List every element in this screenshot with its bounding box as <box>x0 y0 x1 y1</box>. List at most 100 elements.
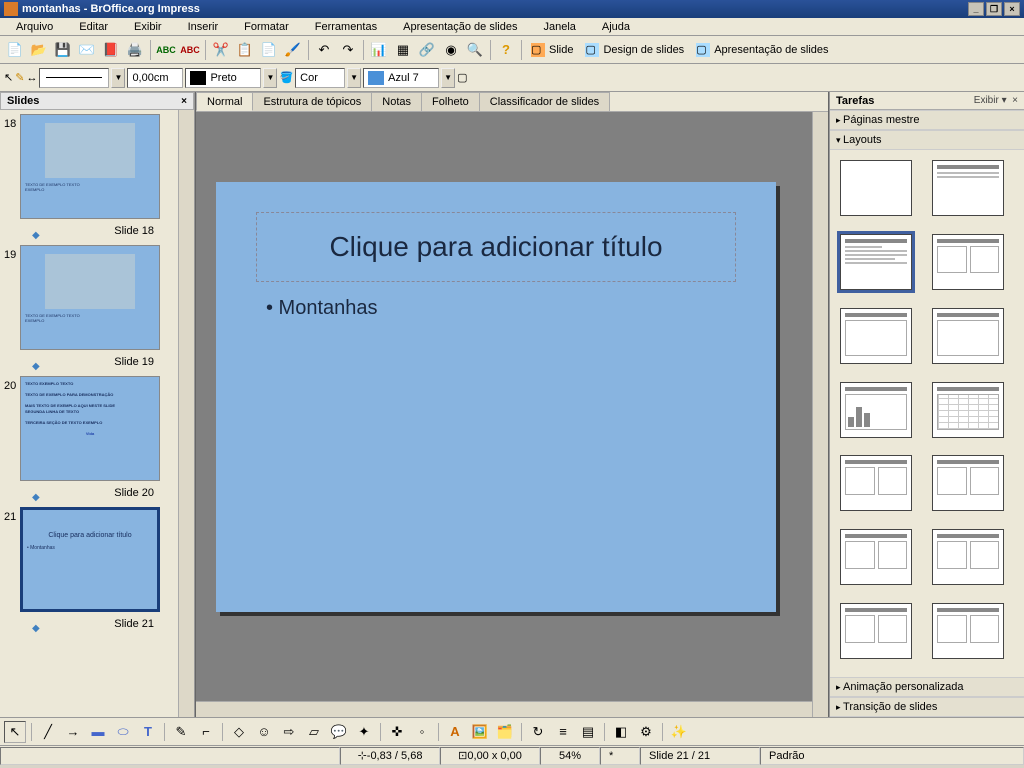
basic-shapes-icon[interactable]: ◇ <box>228 721 250 743</box>
minimize-button[interactable]: _ <box>968 2 984 16</box>
open-icon[interactable]: 📂 <box>28 39 50 61</box>
save-icon[interactable]: 💾 <box>52 39 74 61</box>
menu-ferramentas[interactable]: Ferramentas <box>303 19 389 35</box>
layout-option-0[interactable] <box>840 160 912 216</box>
cut-icon[interactable]: ✂️ <box>210 39 232 61</box>
rect-tool-icon[interactable]: ▬ <box>87 721 109 743</box>
section-master-pages[interactable]: Páginas mestre <box>830 110 1024 130</box>
redo-icon[interactable]: ↷ <box>337 39 359 61</box>
autospell-icon[interactable]: ABC <box>179 39 201 61</box>
slide-thumb-19[interactable]: TEXTO DE EXEMPLO TEXTOEXEMPLO <box>20 245 160 350</box>
hyperlink-icon[interactable]: 🔗 <box>416 39 438 61</box>
layout-option-3[interactable] <box>932 234 1004 290</box>
layout-option-2[interactable] <box>840 234 912 290</box>
flowchart-icon[interactable]: ▱ <box>303 721 325 743</box>
menu-inserir[interactable]: Inserir <box>176 19 231 35</box>
layout-option-1[interactable] <box>932 160 1004 216</box>
align-icon[interactable]: ≡ <box>552 721 574 743</box>
text-tool-icon[interactable]: T <box>137 721 159 743</box>
dropdown-icon[interactable]: ▼ <box>263 68 277 88</box>
fill-bucket-icon[interactable]: 🪣 <box>279 71 293 84</box>
line-pattern-select[interactable] <box>39 68 109 88</box>
help-icon[interactable]: ? <box>495 39 517 61</box>
arrow-icon[interactable]: ↖ <box>4 71 13 84</box>
slide-button[interactable]: ▢Slide <box>526 39 578 61</box>
slides-scrollbar[interactable] <box>178 110 194 717</box>
menu-formatar[interactable]: Formatar <box>232 19 301 35</box>
rotate-icon[interactable]: ↻ <box>527 721 549 743</box>
canvas-vscroll[interactable] <box>812 112 828 717</box>
brush-icon[interactable]: 🖌️ <box>282 39 304 61</box>
extrusion-icon[interactable]: ◧ <box>610 721 632 743</box>
status-zoom[interactable]: 54% <box>540 747 600 765</box>
layout-option-9[interactable] <box>932 455 1004 511</box>
maximize-button[interactable]: ❐ <box>986 2 1002 16</box>
layout-option-8[interactable] <box>840 455 912 511</box>
section-layouts[interactable]: Layouts <box>830 130 1024 150</box>
pdf-icon[interactable]: 📕 <box>100 39 122 61</box>
dropdown-icon[interactable]: ▼ <box>441 68 455 88</box>
glue-icon[interactable]: ◦ <box>411 721 433 743</box>
dropdown-icon[interactable]: ▼ <box>111 68 125 88</box>
menu-apresentacao[interactable]: Apresentação de slides <box>391 19 529 35</box>
tab-notas[interactable]: Notas <box>371 92 422 111</box>
layout-option-10[interactable] <box>840 529 912 585</box>
close-button[interactable]: × <box>1004 2 1020 16</box>
close-panel-icon[interactable]: × <box>181 96 187 107</box>
stars-icon[interactable]: ✦ <box>353 721 375 743</box>
menu-exibir[interactable]: Exibir <box>122 19 174 35</box>
line-tool-icon[interactable]: ╱ <box>37 721 59 743</box>
canvas-hscroll[interactable] <box>196 701 812 717</box>
curve-icon[interactable]: ✎ <box>170 721 192 743</box>
shadow-icon[interactable]: ▢ <box>457 71 467 84</box>
current-slide[interactable]: Clique para adicionar título • Montanhas <box>216 182 776 612</box>
interaction-icon[interactable]: ⚙ <box>635 721 657 743</box>
line-style-icon[interactable]: ✎ <box>15 71 24 84</box>
animation-icon[interactable]: ✨ <box>668 721 690 743</box>
menu-arquivo[interactable]: Arquivo <box>4 19 65 35</box>
slide-thumbs-list[interactable]: 18 TEXTO DE EXEMPLO TEXTOEXEMPLO◆Slide 1… <box>0 110 178 717</box>
layout-option-11[interactable] <box>932 529 1004 585</box>
slide-thumb-21[interactable]: Clique para adicionar título• Montanhas <box>20 507 160 612</box>
dropdown-icon[interactable]: ▼ <box>347 68 361 88</box>
new-icon[interactable]: 📄 <box>4 39 26 61</box>
line-color-select[interactable]: Preto <box>185 68 261 88</box>
navigator-icon[interactable]: ◉ <box>440 39 462 61</box>
layout-option-5[interactable] <box>932 308 1004 364</box>
layout-option-13[interactable] <box>932 603 1004 659</box>
arrow-tool-icon[interactable]: → <box>62 721 84 743</box>
connector-icon[interactable]: ⌐ <box>195 721 217 743</box>
tab-folheto[interactable]: Folheto <box>421 92 480 111</box>
layout-option-12[interactable] <box>840 603 912 659</box>
from-file-icon[interactable]: 🖼️ <box>469 721 491 743</box>
gallery-icon[interactable]: 🗂️ <box>494 721 516 743</box>
undo-icon[interactable]: ↶ <box>313 39 335 61</box>
fill-type-select[interactable]: Cor <box>295 68 345 88</box>
table-icon[interactable]: ▦ <box>392 39 414 61</box>
design-slides-button[interactable]: ▢Design de slides <box>580 39 689 61</box>
arrow-ends-icon[interactable]: ↔ <box>26 72 37 84</box>
layout-option-7[interactable] <box>932 382 1004 438</box>
copy-icon[interactable]: 📋 <box>234 39 256 61</box>
status-style[interactable]: Padrão <box>760 747 1024 765</box>
chart-icon[interactable]: 📊 <box>368 39 390 61</box>
tab-estrutura-de-tópicos[interactable]: Estrutura de tópicos <box>252 92 372 111</box>
section-custom-animation[interactable]: Animação personalizada <box>830 677 1024 697</box>
layout-option-6[interactable] <box>840 382 912 438</box>
ellipse-tool-icon[interactable]: ⬭ <box>112 721 134 743</box>
menu-janela[interactable]: Janela <box>531 19 587 35</box>
paste-icon[interactable]: 📄 <box>258 39 280 61</box>
tasks-view-menu[interactable]: Exibir ▾ × <box>974 95 1018 106</box>
zoom-icon[interactable]: 🔍 <box>464 39 486 61</box>
mail-icon[interactable]: ✉️ <box>76 39 98 61</box>
slide-thumb-20[interactable]: TEXTO EXEMPLO TEXTOTEXTO DE EXEMPLO PARA… <box>20 376 160 481</box>
callout-icon[interactable]: 💬 <box>328 721 350 743</box>
fontwork-icon[interactable]: A <box>444 721 466 743</box>
print-icon[interactable]: 🖨️ <box>124 39 146 61</box>
tab-normal[interactable]: Normal <box>196 92 253 111</box>
arrange-icon[interactable]: ▤ <box>577 721 599 743</box>
points-icon[interactable]: ✜ <box>386 721 408 743</box>
block-arrows-icon[interactable]: ⇨ <box>278 721 300 743</box>
fill-color-select[interactable]: Azul 7 <box>363 68 439 88</box>
section-slide-transition[interactable]: Transição de slides <box>830 697 1024 717</box>
